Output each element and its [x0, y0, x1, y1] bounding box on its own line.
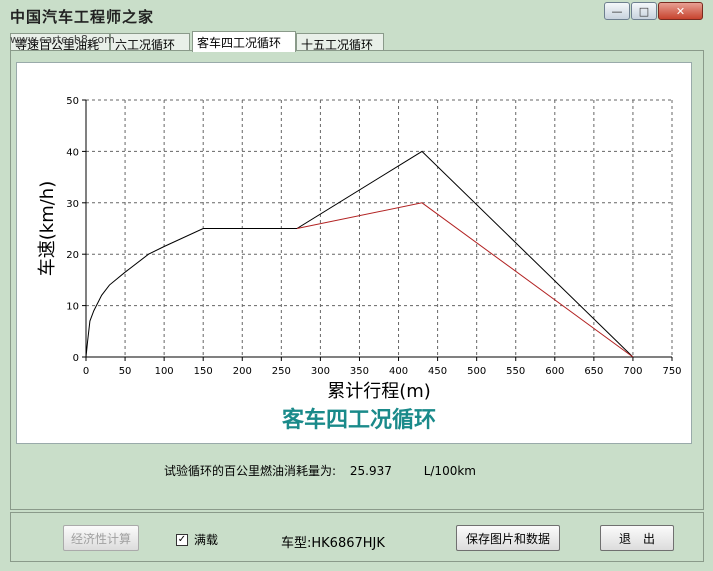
minimize-button[interactable]: —	[604, 2, 630, 20]
full-load-option[interactable]: ✓ 满载	[176, 531, 218, 548]
speed-distance-chart: 0 50 100 150 200 250 300 350 400 450 500 550 600 650 7…	[37, 96, 682, 433]
y-tick-label: 30	[66, 199, 79, 210]
chart-frame: 0 50 100 150 200 250 300 350 400 450 500 550 600 650 7…	[16, 62, 692, 444]
y-tick-label: 20	[66, 250, 79, 261]
chart-axes	[82, 99, 673, 361]
x-axis-label: 累计行程(m)	[327, 381, 431, 402]
fuel-result-unit: L/100km	[423, 464, 476, 478]
x-tick-label: 150	[194, 366, 213, 377]
tab-fifteen-mode[interactable]: 十五工况循环	[296, 33, 384, 52]
y-axis-label: 车速(km/h)	[37, 181, 58, 276]
x-tick-label: 250	[272, 366, 291, 377]
url-watermark: www.cartech8.com	[10, 33, 115, 46]
title-bar: 中国汽车工程师之家 — □ ✕	[0, 0, 713, 30]
chart-grid	[86, 99, 673, 357]
economy-calc-button[interactable]: 经济性计算	[63, 525, 139, 551]
chart-title: 客车四工况循环	[282, 407, 436, 433]
x-tick-label: 500	[467, 366, 486, 377]
close-button[interactable]: ✕	[658, 2, 703, 20]
x-tick-label: 550	[506, 366, 525, 377]
y-tick-label: 10	[66, 302, 79, 313]
x-tick-label: 700	[623, 366, 642, 377]
y-tick-label: 50	[66, 96, 79, 107]
vehicle-model: 车型:HK6867HJK	[281, 536, 385, 551]
x-tick-label: 600	[545, 366, 564, 377]
fuel-result-label: 试验循环的百公里燃油消耗量为:	[164, 464, 337, 478]
x-tick-labels: 0 50 100 150 200 250 300 350 400 450 500 550 600 650 7…	[83, 366, 682, 377]
tab-six-mode[interactable]: 六工况循环	[110, 33, 190, 52]
y-tick-labels: 0 10 20 30 40 50	[66, 96, 79, 364]
x-tick-label: 450	[428, 366, 447, 377]
window-title: 中国汽车工程师之家	[10, 8, 155, 26]
tab-bus-four-mode[interactable]: 客车四工况循环	[192, 31, 296, 52]
x-tick-label: 750	[662, 366, 681, 377]
x-tick-label: 400	[389, 366, 408, 377]
x-tick-label: 350	[350, 366, 369, 377]
x-tick-label: 100	[155, 366, 174, 377]
maximize-button[interactable]: □	[631, 2, 657, 20]
x-tick-label: 650	[584, 366, 603, 377]
exit-button[interactable]: 退 出	[600, 525, 674, 551]
y-tick-label: 40	[66, 147, 79, 158]
fuel-result: 试验循环的百公里燃油消耗量为: 25.937 L/100km	[164, 462, 476, 479]
x-tick-label: 0	[83, 366, 89, 377]
fuel-result-value: 25.937	[349, 464, 392, 478]
x-tick-label: 300	[311, 366, 330, 377]
x-tick-label: 200	[233, 366, 252, 377]
full-load-checkbox[interactable]: ✓	[176, 533, 188, 546]
x-tick-label: 50	[119, 366, 132, 377]
full-load-label: 满载	[194, 533, 219, 547]
save-image-data-button[interactable]: 保存图片和数据	[456, 525, 560, 551]
series-line-2	[296, 202, 634, 358]
y-tick-label: 0	[73, 353, 79, 364]
